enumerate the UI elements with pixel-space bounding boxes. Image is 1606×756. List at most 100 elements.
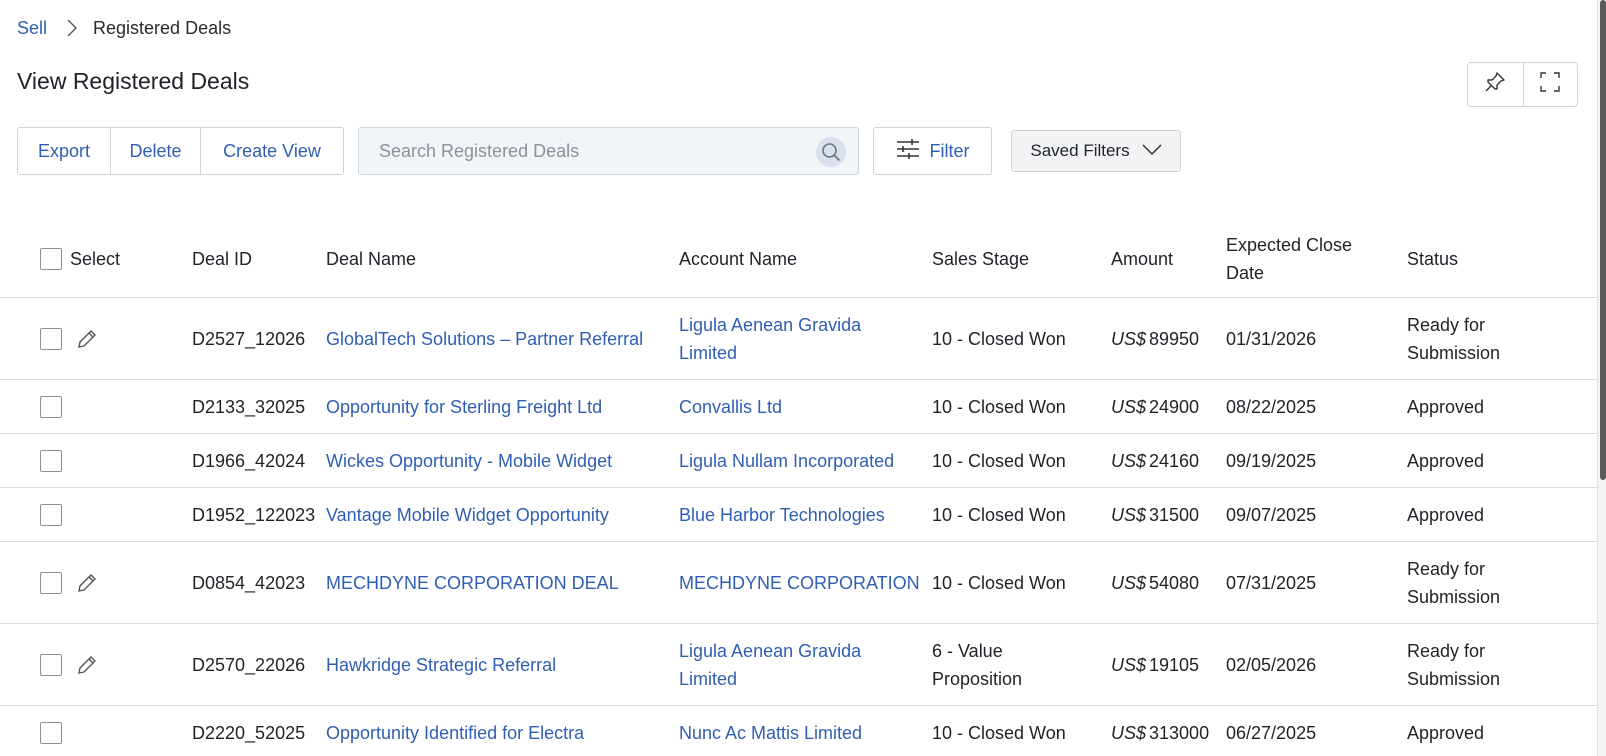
- deal-name-header[interactable]: Deal Name: [326, 220, 416, 298]
- amount-cell: US$ 54080: [1111, 542, 1199, 623]
- export-button[interactable]: Export: [18, 128, 110, 174]
- deal-name-link[interactable]: Wickes Opportunity - Mobile Widget: [326, 434, 612, 487]
- fullscreen-button[interactable]: [1522, 63, 1578, 106]
- filter-button[interactable]: Filter: [873, 127, 992, 175]
- row-checkbox[interactable]: [40, 395, 62, 418]
- table-row: D2133_32025 Opportunity for Sterling Fre…: [0, 380, 1606, 434]
- breadcrumb-current: Registered Deals: [93, 17, 232, 38]
- table-row: D2570_22026 Hawkridge Strategic Referral…: [0, 624, 1606, 706]
- table-row: D2527_12026 GlobalTech Solutions – Partn…: [0, 298, 1606, 380]
- status-header[interactable]: Status: [1407, 220, 1458, 298]
- pencil-icon[interactable]: [76, 654, 98, 676]
- deal-id-cell: D2133_32025: [192, 396, 306, 417]
- pin-icon: [1484, 71, 1506, 98]
- account-name-link[interactable]: Ligula Aenean Gravida Limited: [679, 298, 861, 379]
- page-title: View Registered Deals: [17, 68, 250, 94]
- pencil-icon[interactable]: [76, 572, 98, 594]
- view-tools: [1467, 62, 1578, 107]
- deal-name-link[interactable]: Hawkridge Strategic Referral: [326, 624, 556, 705]
- expected-close-date-header[interactable]: Expected Close Date: [1226, 220, 1352, 298]
- status-line2: Submission: [1407, 342, 1501, 363]
- sales-stage-cell: 10 - Closed Won: [932, 328, 1066, 349]
- status-cell: Approved: [1407, 504, 1485, 525]
- account-name-header[interactable]: Account Name: [679, 220, 797, 298]
- sales-stage-cell: 10 - Closed Won: [932, 396, 1066, 417]
- create-view-button[interactable]: Create View: [200, 128, 343, 174]
- account-name-link[interactable]: Blue Harbor Technologies: [679, 488, 885, 541]
- table-row: D2220_52025 Opportunity Identified for E…: [0, 706, 1606, 756]
- deal-id-cell: D2570_22026: [192, 654, 306, 675]
- status-line2: Submission: [1407, 668, 1501, 689]
- row-checkbox[interactable]: [40, 571, 62, 594]
- sales-stage-header[interactable]: Sales Stage: [932, 220, 1029, 298]
- breadcrumb-sell-link[interactable]: Sell: [17, 18, 47, 39]
- scrollbar-thumb[interactable]: [1600, 0, 1606, 480]
- status-cell: Ready for Submission: [1407, 298, 1500, 379]
- account-name-line2: Limited: [679, 668, 738, 689]
- amount-cell: US$ 24900: [1111, 380, 1199, 433]
- account-name-link[interactable]: Ligula Aenean Gravida Limited: [679, 624, 861, 705]
- amount-header[interactable]: Amount: [1111, 220, 1173, 298]
- account-name-link[interactable]: Nunc Ac Mattis Limited: [679, 706, 862, 756]
- currency-label: US$: [1111, 450, 1147, 471]
- deal-id-header[interactable]: Deal ID: [192, 220, 252, 298]
- expected-close-date-line1: Expected Close: [1226, 235, 1353, 255]
- deal-name-link[interactable]: Vantage Mobile Widget Opportunity: [326, 488, 609, 541]
- status-line1: Ready for: [1407, 558, 1486, 579]
- row-checkbox[interactable]: [40, 503, 62, 526]
- status-line1: Ready for: [1407, 314, 1486, 335]
- deal-name-link[interactable]: Opportunity Identified for Electra: [326, 706, 584, 756]
- row-checkbox[interactable]: [40, 653, 62, 676]
- delete-button[interactable]: Delete: [110, 128, 200, 174]
- search-input[interactable]: [359, 128, 779, 174]
- deal-name-link[interactable]: Opportunity for Sterling Freight Ltd: [326, 380, 602, 433]
- status-cell: Approved: [1407, 450, 1485, 471]
- search-icon[interactable]: [816, 137, 846, 167]
- saved-filters-dropdown[interactable]: Saved Filters: [1011, 130, 1181, 172]
- amount-value: 54080: [1149, 572, 1200, 593]
- sliders-icon: [896, 138, 920, 165]
- close-date-cell: 07/31/2025: [1226, 572, 1317, 593]
- account-name-line1: Ligula Aenean Gravida: [679, 640, 862, 661]
- saved-filters-label: Saved Filters: [1030, 141, 1130, 160]
- fullscreen-icon: [1539, 71, 1561, 98]
- amount-cell: US$ 89950: [1111, 298, 1199, 379]
- sales-stage-cell: 10 - Closed Won: [932, 504, 1066, 525]
- vertical-scrollbar[interactable]: [1597, 0, 1606, 756]
- amount-value: 313000: [1149, 723, 1210, 743]
- currency-label: US$: [1111, 572, 1147, 593]
- select-all-checkbox[interactable]: [40, 248, 62, 270]
- table-row: D1952_122023 Vantage Mobile Widget Oppor…: [0, 488, 1606, 542]
- row-checkbox[interactable]: [40, 327, 62, 350]
- row-checkbox[interactable]: [40, 722, 62, 744]
- amount-value: 24160: [1149, 450, 1200, 471]
- account-name-link[interactable]: Convallis Ltd: [679, 380, 782, 433]
- close-date-cell: 09/07/2025: [1226, 504, 1317, 525]
- currency-label: US$: [1111, 723, 1147, 743]
- deal-id-cell: D1966_42024: [192, 450, 306, 471]
- row-checkbox[interactable]: [40, 449, 62, 472]
- sales-stage-line2: Proposition: [932, 668, 1023, 689]
- deal-id-cell: D1952_122023: [192, 504, 316, 525]
- close-date-cell: 08/22/2025: [1226, 396, 1317, 417]
- deal-name-link[interactable]: GlobalTech Solutions – Partner Referral: [326, 298, 643, 379]
- table-header: Select Deal ID Deal Name Account Name Sa…: [0, 220, 1606, 298]
- amount-cell: US$ 31500: [1111, 488, 1199, 541]
- account-name-link[interactable]: MECHDYNE CORPORATION: [679, 542, 920, 623]
- status-cell: Approved: [1407, 723, 1485, 743]
- status-cell: Ready for Submission: [1407, 624, 1500, 705]
- account-name-link[interactable]: Ligula Nullam Incorporated: [679, 434, 894, 487]
- deal-id-cell: D2220_52025: [192, 723, 306, 743]
- table-row: D0854_42023 MECHDYNE CORPORATION DEAL ME…: [0, 542, 1606, 624]
- amount-cell: US$ 313000: [1111, 706, 1209, 756]
- pencil-icon[interactable]: [76, 328, 98, 350]
- status-line2: Submission: [1407, 586, 1501, 607]
- chevron-down-icon: [1142, 141, 1162, 161]
- sales-stage-cell: 6 - Value Proposition: [932, 624, 1022, 705]
- table-row: D1966_42024 Wickes Opportunity - Mobile …: [0, 434, 1606, 488]
- registered-deals-table: Select Deal ID Deal Name Account Name Sa…: [0, 220, 1606, 756]
- pin-button[interactable]: [1468, 63, 1523, 106]
- currency-label: US$: [1111, 396, 1147, 417]
- amount-cell: US$ 24160: [1111, 434, 1199, 487]
- deal-name-link[interactable]: MECHDYNE CORPORATION DEAL: [326, 542, 619, 623]
